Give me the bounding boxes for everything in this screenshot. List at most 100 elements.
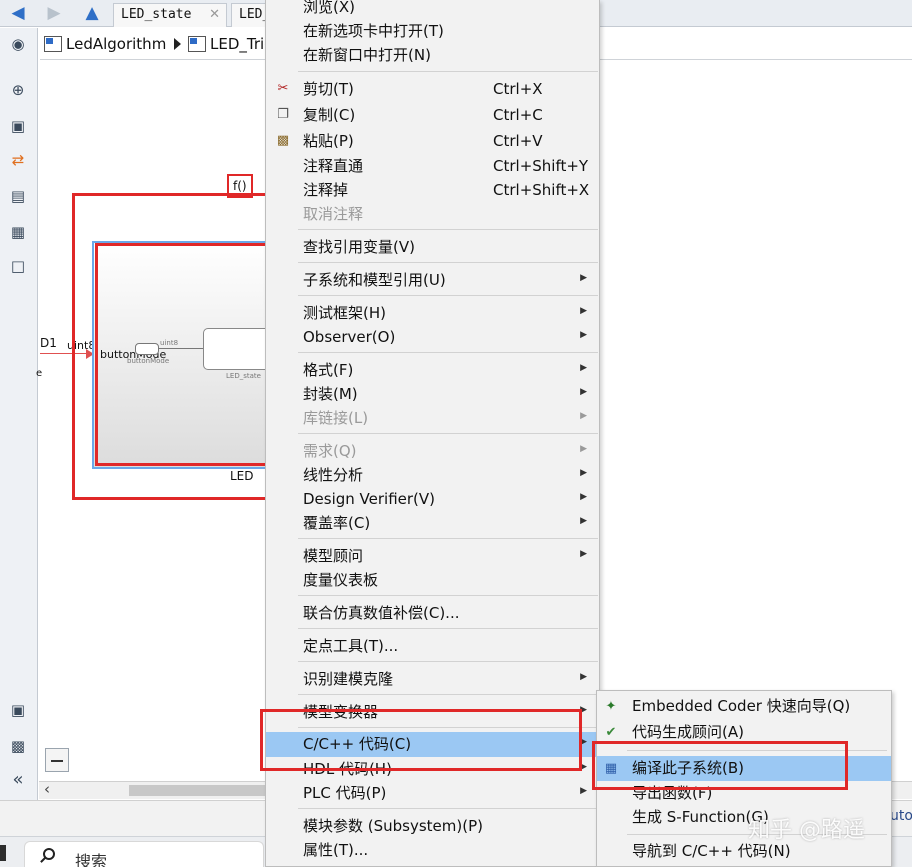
menu-label: 定点工具(T)... bbox=[303, 637, 399, 655]
menu-label: 注释直通 bbox=[303, 157, 364, 175]
scissors-icon: ✂ bbox=[277, 81, 289, 96]
menu-label: 注释掉 bbox=[303, 181, 349, 199]
model-browser-icon[interactable]: ▩ bbox=[7, 736, 29, 756]
menu-label: Design Verifier(V) bbox=[303, 490, 436, 508]
menu-item-cut[interactable]: ✂ 剪切(T) Ctrl+X bbox=[266, 77, 599, 101]
menu-item-library-link: 库链接(L) ▶ bbox=[266, 406, 599, 430]
menu-shortcut: Ctrl+X bbox=[493, 80, 543, 98]
camera-icon[interactable]: ▣ bbox=[7, 700, 29, 720]
menu-separator bbox=[298, 808, 598, 809]
menu-item-subsystem-model-reference[interactable]: 子系统和模型引用(U) ▶ bbox=[266, 268, 599, 292]
menu-item-test-harness[interactable]: 测试框架(H) ▶ bbox=[266, 301, 599, 325]
menu-item-mask[interactable]: 封装(M) ▶ bbox=[266, 382, 599, 406]
wizard-icon: ✦ bbox=[605, 699, 617, 714]
menu-item-requirements: 需求(Q) ▶ bbox=[266, 439, 599, 463]
menu-label: 封装(M) bbox=[303, 385, 358, 403]
menu-separator bbox=[298, 295, 598, 296]
close-icon[interactable]: ✕ bbox=[209, 4, 220, 26]
menu-label: 格式(F) bbox=[303, 361, 354, 379]
menu-item-coverage[interactable]: 覆盖率(C) ▶ bbox=[266, 511, 599, 535]
menu-item-linear-analysis[interactable]: 线性分析 ▶ bbox=[266, 463, 599, 487]
menu-separator bbox=[298, 694, 598, 695]
image-icon[interactable]: ▦ bbox=[7, 222, 29, 242]
menu-item-open-new-window[interactable]: 在新窗口中打开(N) bbox=[266, 43, 599, 67]
fit-to-view-icon[interactable]: ▣ bbox=[7, 116, 29, 136]
taskbar-search[interactable]: 搜索 bbox=[24, 841, 264, 867]
menu-item-copy[interactable]: ❐ 复制(C) Ctrl+C bbox=[266, 103, 599, 127]
advisor-check-icon: ✔ bbox=[605, 725, 617, 740]
menu-item-design-verifier[interactable]: Design Verifier(V) ▶ bbox=[266, 487, 599, 511]
hide-palette-button[interactable] bbox=[45, 748, 69, 772]
menu-separator bbox=[298, 595, 598, 596]
windows-start-icon[interactable] bbox=[0, 845, 6, 861]
menu-item-comment-out[interactable]: 注释掉 Ctrl+Shift+X bbox=[266, 178, 599, 202]
menu-item-observer[interactable]: Observer(O) ▶ bbox=[266, 325, 599, 349]
submenu-arrow-icon: ▶ bbox=[580, 786, 587, 796]
menu-item-plc-code[interactable]: PLC 代码(P) ▶ bbox=[266, 781, 599, 805]
submenu-label: Embedded Coder 快速向导(Q) bbox=[632, 697, 851, 715]
menu-label: 取消注释 bbox=[303, 205, 364, 223]
menu-label: Observer(O) bbox=[303, 328, 396, 346]
hide-explorer-icon[interactable]: ◉ bbox=[7, 34, 29, 54]
menu-shortcut: Ctrl+Shift+Y bbox=[493, 157, 589, 175]
menu-shortcut: Ctrl+Shift+X bbox=[493, 181, 590, 199]
menu-item-identify-clones[interactable]: 识别建模克隆 ▶ bbox=[266, 667, 599, 691]
menu-item-metrics-dashboard[interactable]: 度量仪表板 bbox=[266, 568, 599, 592]
menu-label: 测试框架(H) bbox=[303, 304, 386, 322]
submenu-arrow-icon: ▶ bbox=[580, 306, 587, 316]
menu-item-browse[interactable]: 浏览(X) bbox=[266, 0, 599, 19]
forward-arrow-icon[interactable]: ▶ bbox=[42, 2, 66, 24]
model-icon bbox=[44, 36, 62, 52]
area-icon[interactable]: □ bbox=[7, 256, 29, 276]
annotation-box-c-cpp-code bbox=[260, 709, 582, 771]
submenu-arrow-icon: ▶ bbox=[580, 468, 587, 478]
breadcrumb-item-ledalgorithm[interactable]: LedAlgorithm bbox=[44, 34, 166, 54]
submenu-item-embedded-coder-quick-start[interactable]: ✦ Embedded Coder 快速向导(Q) bbox=[597, 694, 891, 719]
menu-label: 属性(T)... bbox=[303, 841, 369, 859]
menu-label: 子系统和模型引用(U) bbox=[303, 271, 446, 289]
tab-led-state[interactable]: LED_state ✕ bbox=[113, 3, 227, 27]
menu-label: 模型顾问 bbox=[303, 547, 364, 565]
zoom-in-icon[interactable]: ⊕ bbox=[7, 80, 29, 100]
up-arrow-icon[interactable]: ▲ bbox=[80, 2, 104, 24]
menu-item-find-referenced-variables[interactable]: 查找引用变量(V) bbox=[266, 235, 599, 259]
menu-label: 联合仿真数值补偿(C)... bbox=[303, 604, 460, 622]
menu-shortcut: Ctrl+C bbox=[493, 106, 543, 124]
annotation-box-build-subsystem bbox=[592, 741, 848, 790]
menu-item-comment-through[interactable]: 注释直通 Ctrl+Shift+Y bbox=[266, 154, 599, 178]
menu-label: 度量仪表板 bbox=[303, 571, 379, 589]
menu-item-fixed-point-tool[interactable]: 定点工具(T)... bbox=[266, 634, 599, 658]
back-arrow-icon[interactable]: ◀ bbox=[6, 2, 30, 24]
menu-separator bbox=[298, 229, 598, 230]
menu-separator bbox=[298, 433, 598, 434]
menu-item-cosimulation-compensation[interactable]: 联合仿真数值补偿(C)... bbox=[266, 601, 599, 625]
menu-label: 浏览(X) bbox=[303, 0, 355, 16]
submenu-arrow-icon: ▶ bbox=[580, 672, 587, 682]
menu-label: 查找引用变量(V) bbox=[303, 238, 415, 256]
menu-label: 线性分析 bbox=[303, 466, 364, 484]
search-icon bbox=[43, 848, 55, 860]
menu-separator bbox=[298, 71, 598, 72]
menu-item-properties[interactable]: 属性(T)... bbox=[266, 838, 599, 862]
menu-separator bbox=[298, 628, 598, 629]
menu-item-open-new-tab[interactable]: 在新选项卡中打开(T) bbox=[266, 19, 599, 43]
annotation-box-subsystem-inner bbox=[95, 243, 275, 466]
menu-label: 库链接(L) bbox=[303, 409, 369, 427]
annotation-icon[interactable]: ▤ bbox=[7, 186, 29, 206]
menu-item-paste[interactable]: ▩ 粘贴(P) Ctrl+V bbox=[266, 129, 599, 153]
menu-item-block-parameters[interactable]: 模块参数 (Subsystem)(P) bbox=[266, 814, 599, 838]
signal-routing-icon[interactable]: ⇄ bbox=[7, 150, 29, 170]
submenu-arrow-icon: ▶ bbox=[580, 387, 587, 397]
scroll-left-icon[interactable]: ‹ bbox=[44, 780, 50, 798]
menu-separator bbox=[298, 262, 598, 263]
submenu-arrow-icon: ▶ bbox=[580, 330, 587, 340]
submenu-arrow-icon: ▶ bbox=[580, 444, 587, 454]
menu-label: 在新窗口中打开(N) bbox=[303, 46, 431, 64]
menu-label: 识别建模克隆 bbox=[303, 670, 394, 688]
menu-item-model-advisor[interactable]: 模型顾问 ▶ bbox=[266, 544, 599, 568]
breadcrumb-item-led-trig[interactable]: LED_Trig bbox=[188, 34, 274, 54]
menu-item-format[interactable]: 格式(F) ▶ bbox=[266, 358, 599, 382]
menu-label: 在新选项卡中打开(T) bbox=[303, 22, 444, 40]
menu-separator bbox=[298, 538, 598, 539]
collapse-icon[interactable]: « bbox=[7, 770, 29, 790]
